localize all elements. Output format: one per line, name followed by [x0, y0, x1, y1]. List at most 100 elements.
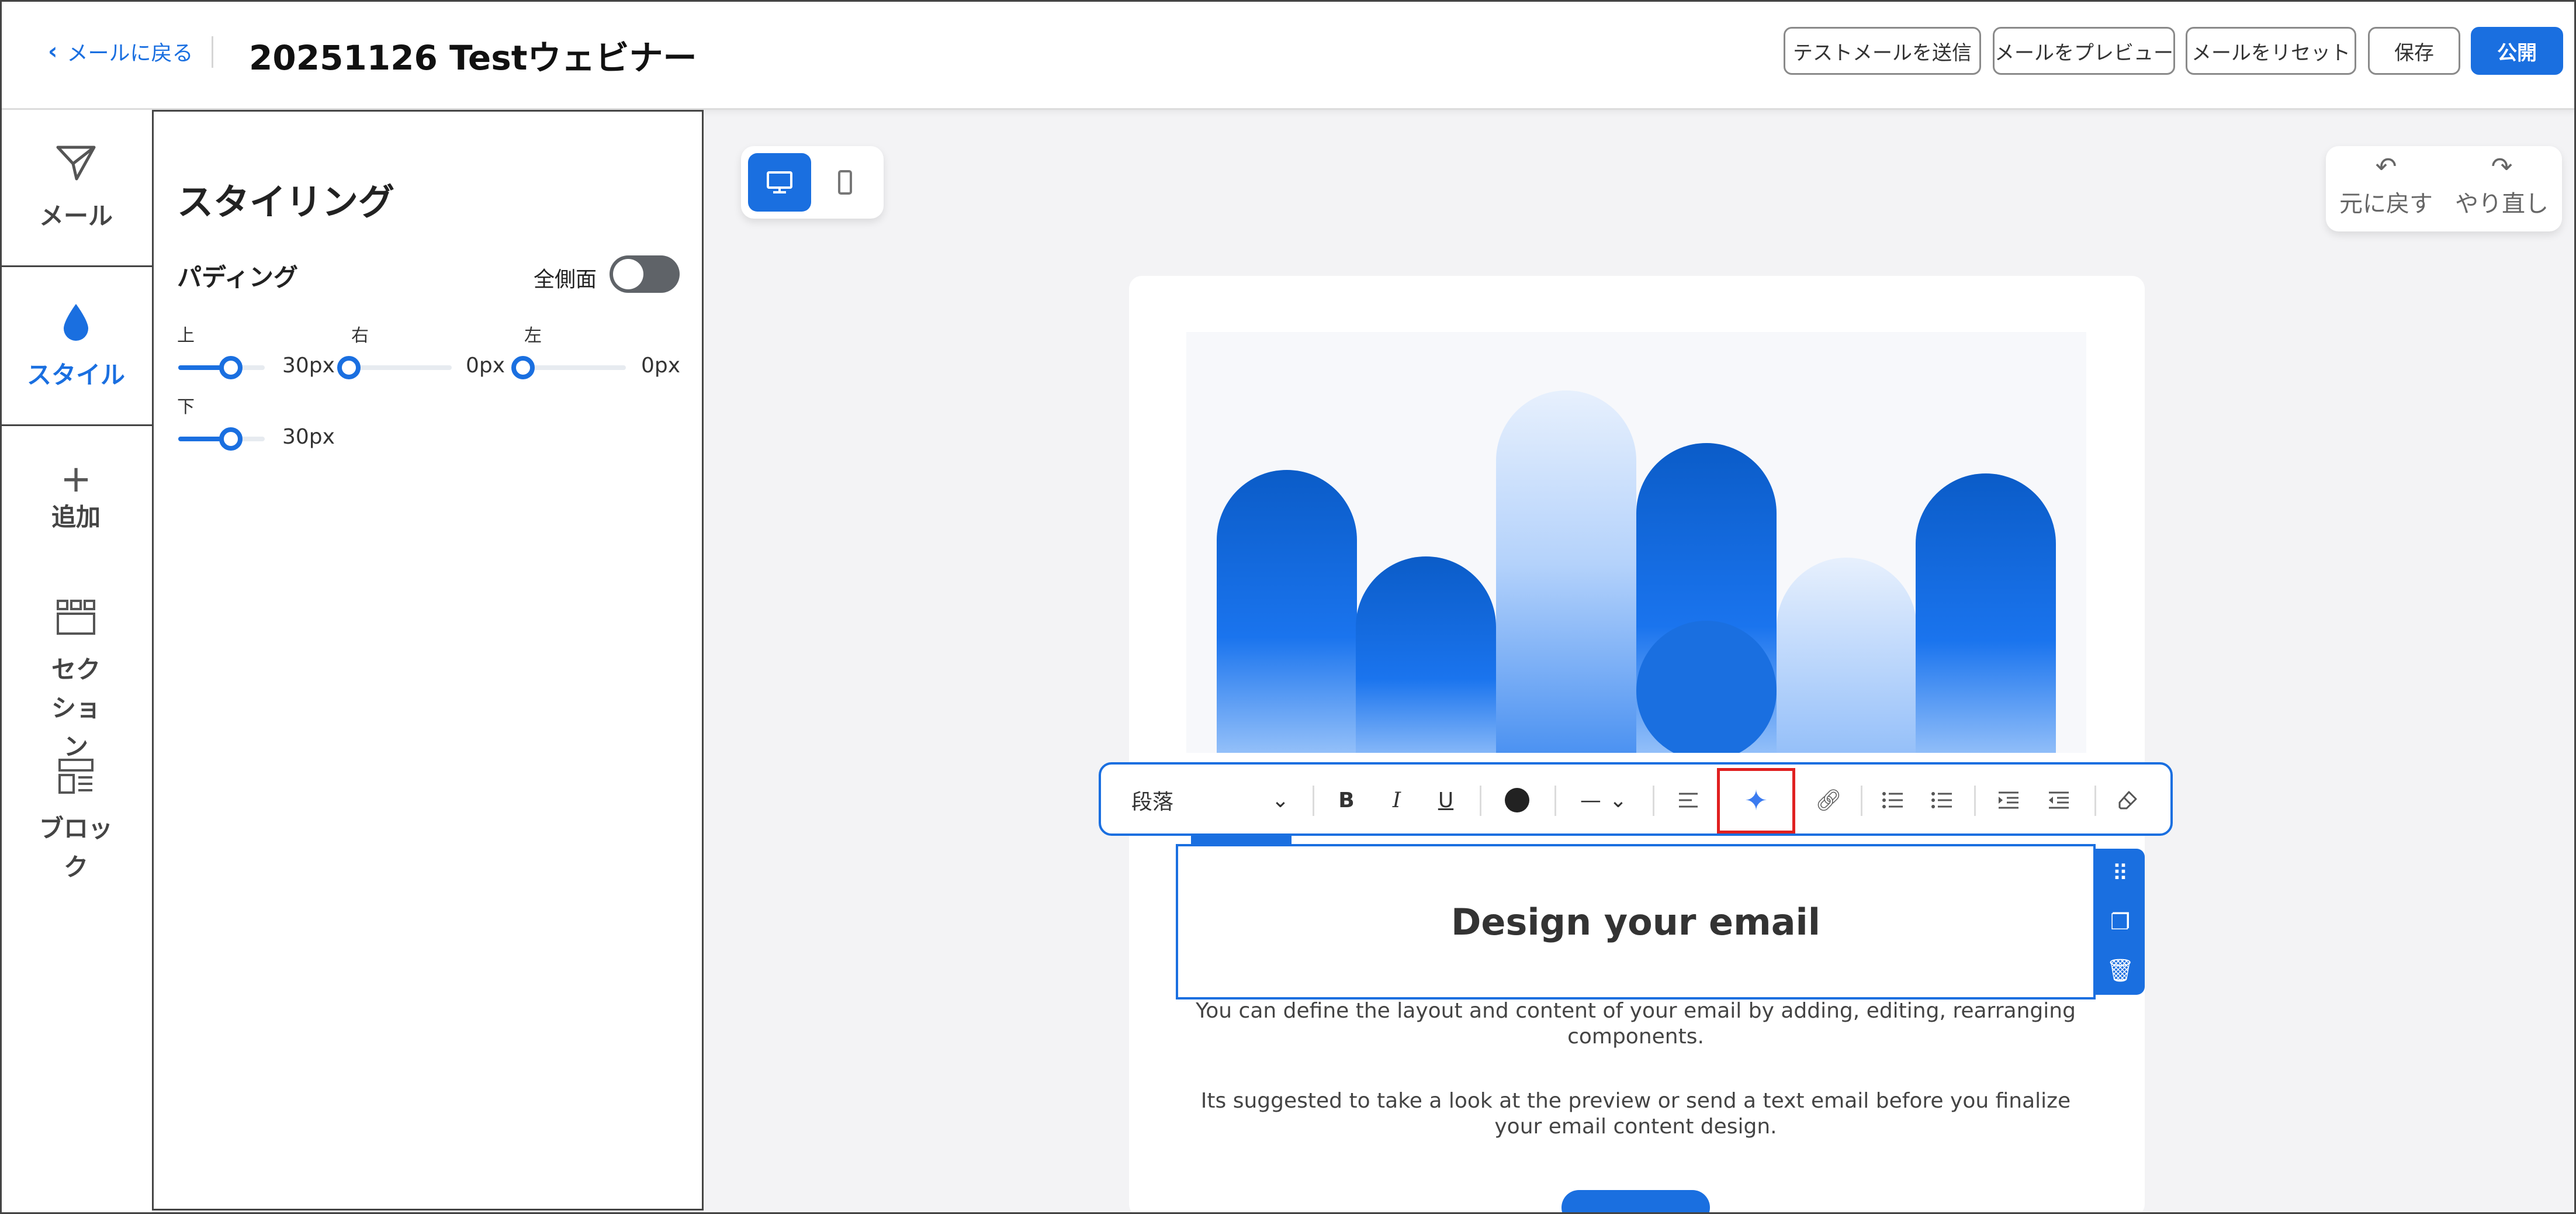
slider-thumb-right[interactable]: [337, 356, 361, 379]
slider-label-top: 上: [177, 326, 195, 346]
bulleted-list-button[interactable]: [1872, 781, 1913, 819]
slider-value-left: 0px: [641, 354, 681, 378]
desktop-view-button[interactable]: [748, 153, 811, 212]
selected-heading-block[interactable]: Design your email: [1176, 844, 2096, 999]
slider-track-right: [351, 365, 452, 370]
undo-button[interactable]: ↶ 元に戻す: [2331, 154, 2442, 224]
rail-label-email: メール: [39, 202, 113, 230]
slider-label-left: 左: [524, 326, 542, 346]
rail-label-blocks: ブロック: [39, 814, 113, 881]
toggle-knob: [613, 259, 643, 289]
back-to-email-link[interactable]: ‹ メールに戻る: [48, 36, 193, 67]
paragraph-style-select[interactable]: 段落 ⌄: [1131, 781, 1289, 819]
hero-image[interactable]: [1186, 332, 2086, 753]
text-format-toolbar: 段落 ⌄ B I U — ⌄ ✦ 🔗︎: [1099, 762, 2173, 836]
chevron-down-icon: ⌄: [1609, 788, 1628, 812]
line-style-value: —: [1580, 788, 1601, 812]
drag-handle-icon[interactable]: ⠿: [2112, 862, 2128, 884]
styling-panel: スタイリング パディング 全側面 上 30px 右 0px 左 0px 下 30…: [152, 110, 704, 1210]
desktop-icon: [767, 171, 792, 193]
numbered-list-icon: [1931, 792, 1952, 808]
reset-email-button[interactable]: メールをリセット: [2186, 27, 2356, 75]
duplicate-icon[interactable]: ❐: [2110, 911, 2130, 933]
slider-value-top: 30px: [282, 354, 335, 378]
left-nav-rail: メール スタイル + 追加 セクション ブロック: [0, 110, 152, 1214]
indent-increase-button[interactable]: [1988, 781, 2029, 819]
all-sides-label: 全側面: [534, 268, 597, 292]
toolbar-divider: [1861, 786, 1862, 816]
toolbar-divider: [2094, 786, 2096, 816]
toolbar-divider: [1480, 786, 1481, 816]
rail-item-email[interactable]: メール: [0, 144, 152, 236]
slider-value-right: 0px: [466, 354, 505, 378]
block-actions: ⠿ ❐ 🗑: [2096, 849, 2145, 995]
clear-format-button[interactable]: [2107, 781, 2148, 819]
save-button[interactable]: 保存: [2368, 27, 2460, 75]
hero-bar: [1777, 558, 1917, 753]
mobile-icon: [838, 170, 852, 195]
color-swatch-icon: [1505, 788, 1529, 812]
redo-button[interactable]: ↷ やり直し: [2446, 154, 2557, 224]
toolbar-divider: [1974, 786, 1976, 816]
hero-bar: [1916, 473, 2056, 753]
publish-button[interactable]: 公開: [2471, 27, 2563, 75]
ai-sparkle-icon: ✦: [1744, 784, 1768, 817]
indent-decrease-icon: [2049, 791, 2069, 809]
hero-bar: [1217, 470, 1357, 753]
email-heading[interactable]: Design your email: [1451, 901, 1820, 943]
slider-value-bottom: 30px: [282, 425, 335, 449]
header-divider: [212, 36, 213, 68]
numbered-list-button[interactable]: [1921, 781, 1962, 819]
delete-icon[interactable]: 🗑: [2106, 959, 2134, 981]
indent-increase-icon: [1999, 791, 2018, 809]
all-sides-toggle[interactable]: [610, 255, 680, 293]
slider-label-right: 右: [351, 326, 369, 346]
toolbar-divider: [1653, 786, 1654, 816]
link-button[interactable]: 🔗︎: [1808, 781, 1849, 819]
plus-icon: +: [60, 458, 92, 501]
toolbar-divider: [1313, 786, 1314, 816]
mobile-view-button[interactable]: [813, 153, 877, 212]
email-paragraph-2[interactable]: Its suggested to take a look at the prev…: [1187, 1088, 2084, 1140]
rail-separator: [0, 265, 152, 267]
email-paragraph-1[interactable]: You can define the layout and content of…: [1187, 998, 2084, 1050]
chevron-down-icon: ⌄: [1271, 788, 1289, 812]
rail-item-blocks[interactable]: ブロック: [0, 758, 152, 887]
paragraph-select-value: 段落: [1131, 790, 1174, 814]
email-canvas: [1129, 276, 2145, 1214]
blocks-icon: [57, 758, 95, 801]
hero-circle: [1636, 621, 1777, 753]
rail-item-style[interactable]: スタイル: [0, 303, 152, 395]
redo-label: やり直し: [2455, 191, 2549, 217]
slider-thumb-left[interactable]: [511, 356, 535, 379]
slider-thumb-top[interactable]: [219, 356, 243, 379]
rail-separator: [0, 424, 152, 426]
back-link-label: メールに戻る: [67, 41, 193, 65]
slider-thumb-bottom[interactable]: [219, 427, 243, 451]
send-test-email-button[interactable]: テストメールを送信: [1784, 27, 1981, 75]
rail-label-sections: セクション: [51, 655, 101, 761]
toolbar-divider: [1554, 786, 1556, 816]
drop-icon: [61, 303, 91, 348]
rail-item-add[interactable]: + 追加: [0, 461, 152, 537]
italic-button[interactable]: I: [1379, 781, 1414, 819]
top-header: ‹ メールに戻る 20251126 Testウェビナー テストメールを送信 メー…: [0, 0, 2576, 110]
bold-button[interactable]: B: [1329, 781, 1364, 819]
text-color-button[interactable]: [1496, 781, 1538, 819]
email-cta-button[interactable]: [1561, 1190, 1710, 1214]
chevron-left-icon: ‹: [48, 38, 58, 65]
link-icon: 🔗︎: [1815, 788, 1842, 812]
line-style-select[interactable]: — ⌄: [1569, 781, 1639, 819]
align-left-icon: [1679, 793, 1698, 808]
panel-title: スタイリング: [177, 181, 395, 223]
ai-assist-button[interactable]: ✦: [1717, 768, 1795, 833]
rail-item-sections[interactable]: セクション: [0, 599, 152, 766]
rail-label-style: スタイル: [26, 361, 125, 389]
underline-button[interactable]: U: [1428, 781, 1463, 819]
indent-decrease-button[interactable]: [2038, 781, 2079, 819]
undo-label: 元に戻す: [2339, 191, 2433, 217]
rail-label-add: 追加: [51, 503, 101, 531]
align-left-button[interactable]: [1668, 781, 1709, 819]
preview-email-button[interactable]: メールをプレビュー: [1993, 27, 2175, 75]
device-toggle: [741, 146, 884, 219]
